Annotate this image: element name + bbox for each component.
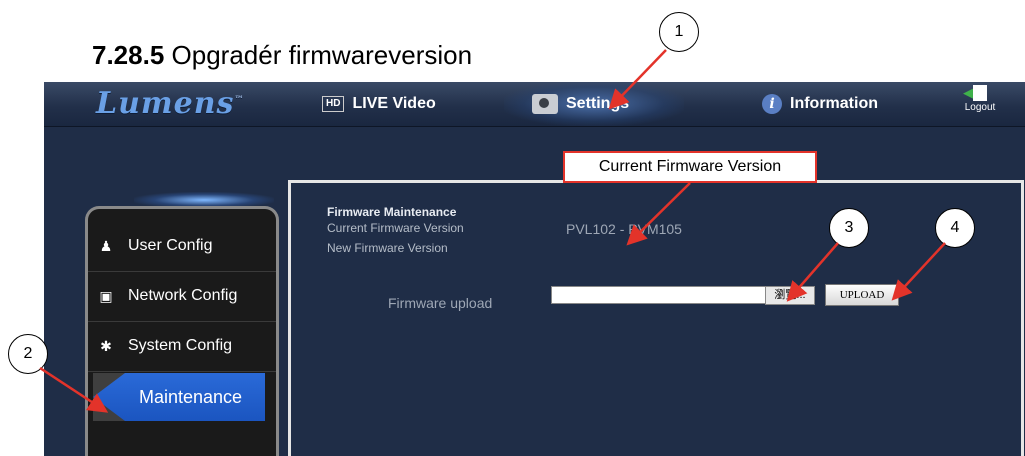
firmware-upload-label: Firmware upload [388,295,493,311]
sidebar-item-system-config[interactable]: ✱ System Config [88,321,276,372]
new-version-label: New Firmware Version [327,241,448,255]
heading-number: 7.28.5 [92,40,165,70]
upload-button[interactable]: UPLOAD [825,284,899,306]
sidebar-item-label: User Config [128,237,213,254]
hd-icon: HD [322,96,345,112]
nav-info-label: Information [790,95,878,112]
current-version-label: Current Firmware Version [327,221,464,235]
marker-4: 4 [935,208,975,248]
marker-3: 3 [829,208,869,248]
marker-1: 1 [659,12,699,52]
sidebar-item-label: Network Config [128,287,238,304]
sidebar-item-label: Maintenance [139,386,243,407]
sidebar-item-label: System Config [128,337,233,354]
sidebar-item-user-config[interactable]: ♟ User Config [88,221,276,272]
logout-icon [963,85,987,101]
nav-live-video[interactable]: HD LIVE Video [322,90,436,118]
nav-settings-label: Settings [566,95,630,112]
monitor-icon: ▣ [99,287,113,304]
nav-settings[interactable]: Settings [532,90,629,118]
camera-icon [532,94,558,114]
nav-live-label: LIVE Video [352,95,436,112]
sidebar-item-network-config[interactable]: ▣ Network Config [88,271,276,322]
marker-2: 2 [8,334,48,374]
heading: 7.28.5 Opgradér firmwareversion [92,40,472,71]
current-version-value: PVL102 - PVM105 [566,221,682,237]
panel-title: Firmware Maintenance [327,205,457,219]
top-nav-bar: Lumens™ HD LIVE Video Settings i Informa… [44,82,1025,127]
heading-title: Opgradér firmwareversion [171,40,473,70]
callout-current-firmware: Current Firmware Version [563,151,817,183]
logout-label: Logout [964,102,996,113]
lumens-logo: Lumens™ [96,86,245,121]
browse-button[interactable]: 瀏覽... [765,286,815,305]
user-icon: ♟ [99,237,113,254]
active-item-marker [93,373,125,421]
file-path-input[interactable] [551,286,767,304]
info-icon: i [762,94,782,114]
gear-icon: ✱ [100,337,112,354]
logout-button[interactable]: Logout [956,85,1004,113]
firmware-panel: Firmware Maintenance Current Firmware Ve… [288,180,1024,456]
nav-information[interactable]: i Information [762,90,878,118]
